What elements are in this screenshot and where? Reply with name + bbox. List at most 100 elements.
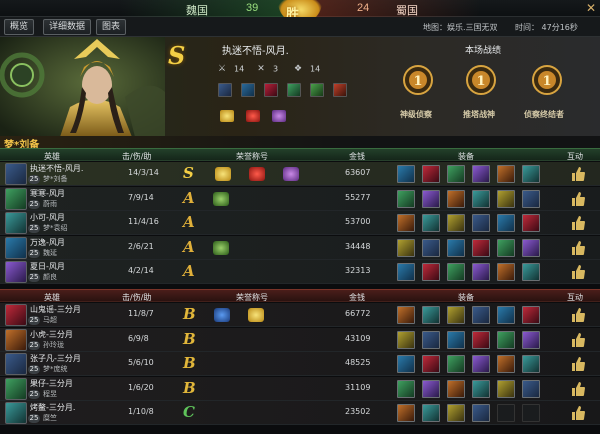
equipment-slot[interactable] bbox=[447, 330, 465, 349]
rank-letter: A bbox=[183, 237, 195, 256]
equipment-slot[interactable] bbox=[472, 189, 490, 208]
tab-charts[interactable]: 图表 bbox=[96, 19, 127, 35]
equipment-slot[interactable] bbox=[397, 306, 415, 324]
thumbs-up-icon[interactable] bbox=[571, 332, 585, 348]
mvp-item-6-icon[interactable] bbox=[333, 83, 347, 97]
equipment-slot[interactable] bbox=[472, 263, 490, 281]
equipment-slot[interactable] bbox=[397, 189, 415, 208]
equipment-slot[interactable] bbox=[447, 238, 465, 257]
equipment-slot[interactable] bbox=[497, 355, 515, 373]
table-row[interactable]: 25 夏日-风月 颜良 4/2/14 A 32313 bbox=[0, 260, 600, 284]
mvp-item-3-icon[interactable] bbox=[264, 83, 278, 97]
mvp-item-5-icon[interactable] bbox=[310, 83, 324, 97]
equipment-slot[interactable] bbox=[522, 330, 540, 349]
equipment-slot[interactable] bbox=[397, 330, 415, 349]
table-row[interactable]: 25 烤鳌-三分月. 糜竺 1/10/8 C 23502 bbox=[0, 401, 600, 425]
equipment-slot[interactable] bbox=[422, 165, 440, 183]
kda-value: 4/2/14 bbox=[128, 266, 154, 275]
equipment-slot[interactable] bbox=[522, 214, 540, 232]
hero-avatar[interactable] bbox=[5, 261, 27, 283]
mvp-item-1-icon[interactable] bbox=[218, 83, 232, 97]
equipment-slot[interactable] bbox=[522, 263, 540, 281]
equipment-slot[interactable] bbox=[472, 238, 490, 257]
equipment-slot[interactable] bbox=[472, 379, 490, 398]
thumbs-up-icon[interactable] bbox=[571, 264, 585, 280]
tab-overview[interactable]: 概览 bbox=[4, 19, 35, 35]
equipment-slot[interactable] bbox=[422, 379, 440, 398]
hero-avatar[interactable] bbox=[5, 187, 27, 210]
hero-avatar[interactable] bbox=[5, 212, 27, 234]
hero-avatar[interactable] bbox=[5, 236, 27, 259]
table-row[interactable]: 25 执迷不悟-风月. 梦*刘备 14/3/14 S 63607 bbox=[0, 162, 600, 186]
mvp-item-2-icon[interactable] bbox=[241, 83, 255, 97]
table-row[interactable]: 25 寒寒-风月 蔚雨 7/9/14 A 55277 bbox=[0, 186, 600, 211]
equipment-slot[interactable] bbox=[522, 306, 540, 324]
equipment-slot[interactable] bbox=[397, 263, 415, 281]
equipment-slot[interactable] bbox=[447, 355, 465, 373]
equipment-slot[interactable] bbox=[422, 238, 440, 257]
thumbs-up-icon[interactable] bbox=[571, 215, 585, 231]
equipment-slot[interactable] bbox=[522, 379, 540, 398]
thumbs-up-icon[interactable] bbox=[571, 381, 585, 397]
hero-avatar[interactable] bbox=[5, 353, 27, 375]
thumbs-up-icon[interactable] bbox=[571, 405, 585, 421]
equipment-slot[interactable] bbox=[472, 355, 490, 373]
equipment-slot[interactable] bbox=[397, 404, 415, 422]
equipment-slot[interactable] bbox=[422, 355, 440, 373]
equipment-slot[interactable] bbox=[522, 165, 540, 183]
equipment-slot[interactable] bbox=[497, 306, 515, 324]
equipment-slot[interactable] bbox=[447, 379, 465, 398]
equipment-slot[interactable] bbox=[497, 263, 515, 281]
equipment-slot[interactable] bbox=[497, 165, 515, 183]
table-row[interactable]: 25 小可-风月 梦*袁绍 11/4/16 A 53700 bbox=[0, 211, 600, 235]
table-row[interactable]: 25 山鬼谣-三分月 马超 11/8/7 B 66772 bbox=[0, 303, 600, 327]
equipment-slot[interactable] bbox=[397, 165, 415, 183]
tab-detail-data[interactable]: 详细数据 bbox=[43, 19, 92, 35]
table-row[interactable]: 25 张子凡-三分月 梦*庞统 5/6/10 B 48525 bbox=[0, 352, 600, 376]
equipment-slot[interactable] bbox=[522, 189, 540, 208]
hero-avatar[interactable] bbox=[5, 328, 27, 351]
hero-avatar[interactable] bbox=[5, 163, 27, 185]
thumbs-up-icon[interactable] bbox=[571, 166, 585, 182]
equipment-slot[interactable] bbox=[522, 355, 540, 373]
equipment-slot[interactable] bbox=[497, 238, 515, 257]
equipment-slot[interactable] bbox=[522, 238, 540, 257]
thumbs-up-icon[interactable] bbox=[571, 356, 585, 372]
thumbs-up-icon[interactable] bbox=[571, 240, 585, 256]
table-row[interactable]: 25 果仔-三分月 程昱 1/6/20 B 31109 bbox=[0, 376, 600, 401]
table-row[interactable]: 25 小虎-三分月 孙玲珑 6/9/8 B 43109 bbox=[0, 327, 600, 352]
equipment-slot[interactable] bbox=[422, 306, 440, 324]
equipment-slot[interactable] bbox=[397, 238, 415, 257]
equipment-slot[interactable] bbox=[497, 330, 515, 349]
equipment-slot[interactable] bbox=[397, 214, 415, 232]
equipment-slot[interactable] bbox=[397, 379, 415, 398]
equipment-slot[interactable] bbox=[497, 189, 515, 208]
equipment-slot[interactable] bbox=[447, 404, 465, 422]
equipment-slot[interactable] bbox=[422, 263, 440, 281]
equipment-slot[interactable] bbox=[497, 379, 515, 398]
mvp-item-4-icon[interactable] bbox=[287, 83, 301, 97]
hero-avatar[interactable] bbox=[5, 304, 27, 326]
equipment-slot[interactable] bbox=[447, 306, 465, 324]
equipment-slot[interactable] bbox=[472, 330, 490, 349]
equipment-slot[interactable] bbox=[447, 263, 465, 281]
equipment-slot[interactable] bbox=[497, 214, 515, 232]
equipment-slot[interactable] bbox=[422, 404, 440, 422]
close-icon[interactable]: ✕ bbox=[584, 1, 598, 15]
equipment-slot[interactable] bbox=[422, 330, 440, 349]
equipment-slot[interactable] bbox=[447, 214, 465, 232]
equipment-slot[interactable] bbox=[447, 189, 465, 208]
equipment-slot[interactable] bbox=[422, 214, 440, 232]
equipment-slot[interactable] bbox=[472, 165, 490, 183]
thumbs-up-icon[interactable] bbox=[571, 191, 585, 207]
hero-avatar[interactable] bbox=[5, 377, 27, 400]
equipment-slot[interactable] bbox=[397, 355, 415, 373]
equipment-slot[interactable] bbox=[472, 214, 490, 232]
hero-avatar[interactable] bbox=[5, 402, 27, 424]
equipment-slot[interactable] bbox=[422, 189, 440, 208]
equipment-slot[interactable] bbox=[447, 165, 465, 183]
table-row[interactable]: 25 万逸-风月 魏延 2/6/21 A 34448 bbox=[0, 235, 600, 260]
equipment-slot[interactable] bbox=[472, 306, 490, 324]
equipment-slot[interactable] bbox=[472, 404, 490, 422]
thumbs-up-icon[interactable] bbox=[571, 307, 585, 323]
